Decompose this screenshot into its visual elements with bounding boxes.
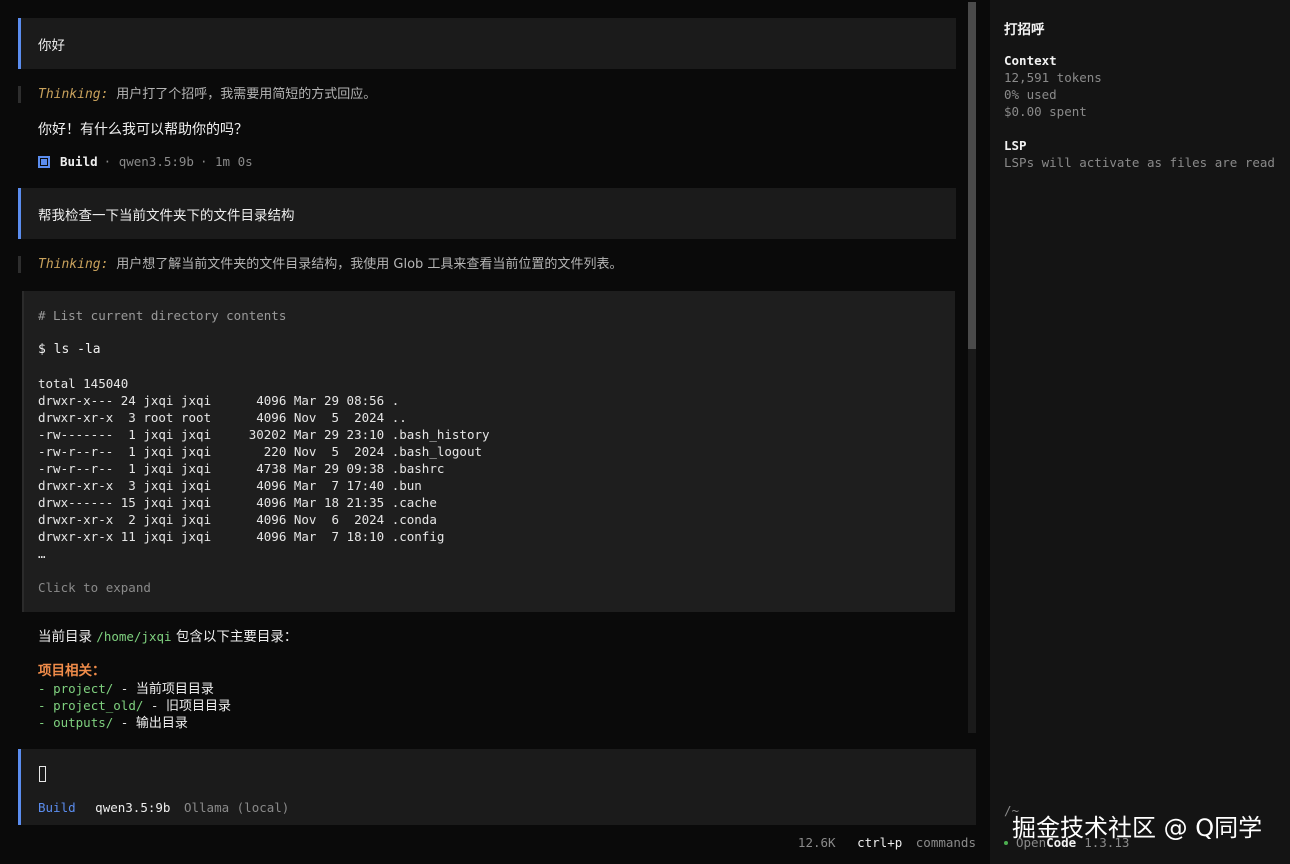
- scrollbar-thumb[interactable]: [968, 2, 976, 349]
- prompt-input[interactable]: Build qwen3.5:9b Ollama (local): [18, 749, 976, 825]
- user-message: 帮我检查一下当前文件夹下的文件目录结构: [18, 188, 956, 239]
- separator: -: [113, 715, 136, 730]
- lsp-message: LSPs will activate as files are read: [1004, 155, 1275, 170]
- output-line: …: [38, 546, 46, 561]
- provider-label: Ollama (local): [183, 800, 290, 815]
- thinking-block: Thinking: 用户想了解当前文件夹的文件目录结构，我使用 Glob 工具来…: [18, 256, 956, 273]
- agent-name: Build: [60, 154, 98, 169]
- assistant-reply: 你好！有什么我可以帮助你的吗？: [38, 122, 248, 138]
- output-line: drwxr-xr-x 3 jxqi jxqi 4096 Mar 7 17:40 …: [38, 478, 422, 493]
- message-meta: Build · qwen3.5:9b · 1m 0s: [38, 154, 253, 169]
- list-item: - outputs/ - 输出目录: [38, 714, 938, 731]
- output-line: drwxr-xr-x 2 jxqi jxqi 4096 Nov 6 2024 .…: [38, 512, 437, 527]
- chat-transcript[interactable]: 你好 Thinking: 用户打了个招呼，我需要用简短的方式回应。 你好！有什么…: [0, 0, 966, 733]
- answer-intro: 当前目录 /home/jxqi 包含以下主要目录：: [38, 628, 938, 646]
- context-section: Context 12,591 tokens 0% used $0.00 spen…: [1004, 52, 1102, 120]
- output-line: total 145040: [38, 376, 129, 391]
- tool-output-lines: total 145040 drwxr-x--- 24 jxqi jxqi 409…: [38, 375, 955, 562]
- list-item: - project_old/ - 旧项目目录: [38, 697, 938, 714]
- lsp-section: LSP LSPs will activate as files are read: [1004, 137, 1275, 171]
- input-status-line: Build qwen3.5:9b Ollama (local): [38, 800, 289, 815]
- dir-name: project/: [53, 681, 114, 696]
- thinking-text: 用户想了解当前文件夹的文件目录结构，我使用 Glob 工具来查看当前位置的文件列…: [116, 257, 623, 272]
- thinking-label: Thinking:: [38, 257, 109, 272]
- context-heading: Context: [1004, 53, 1057, 68]
- agent-selector[interactable]: Build: [38, 800, 76, 815]
- context-spent: $0.00 spent: [1004, 104, 1087, 119]
- expand-output-link[interactable]: Click to expand: [38, 579, 955, 596]
- bullet: -: [38, 681, 54, 696]
- dir-description: 输出目录: [135, 716, 188, 731]
- bash-tool-output[interactable]: # List current directory contents $ ls -…: [22, 291, 955, 612]
- separator: -: [143, 698, 166, 713]
- session-sidebar: 打招呼 Context 12,591 tokens 0% used $0.00 …: [990, 0, 1290, 864]
- tool-comment: # List current directory contents: [38, 308, 287, 323]
- separator: -: [113, 681, 136, 696]
- bullet: -: [38, 698, 54, 713]
- current-path: /home/jxqi: [96, 629, 172, 644]
- status-dot-icon: [1004, 840, 1008, 845]
- user-message-text: 你好: [38, 37, 65, 54]
- token-count: 12.6K: [797, 835, 836, 850]
- commands-label: commands: [915, 835, 976, 850]
- thinking-label: Thinking:: [38, 87, 109, 102]
- model-name: · qwen3.5:9b: [103, 154, 194, 169]
- intro-text: 包含以下主要目录：: [171, 629, 298, 645]
- main-panel: 你好 Thinking: 用户打了个招呼，我需要用简短的方式回应。 你好！有什么…: [0, 0, 990, 864]
- text-cursor: [39, 766, 46, 782]
- thinking-block: Thinking: 用户打了个招呼，我需要用简短的方式回应。: [18, 86, 956, 103]
- context-used: 0% used: [1004, 87, 1057, 102]
- output-line: -rw------- 1 jxqi jxqi 30202 Mar 29 23:1…: [38, 427, 490, 442]
- lsp-heading: LSP: [1004, 138, 1027, 153]
- model-selector[interactable]: qwen3.5:9b: [95, 800, 170, 815]
- list-item: - project/ - 当前项目目录: [38, 680, 938, 697]
- chat-scrollbar[interactable]: [968, 2, 976, 733]
- status-bar: 12.6K ctrl+p commands: [798, 835, 976, 850]
- output-line: drwxr-xr-x 3 root root 4096 Nov 5 2024 .…: [38, 410, 407, 425]
- output-line: -rw-r--r-- 1 jxqi jxqi 220 Nov 5 2024 .b…: [38, 444, 483, 459]
- session-title: 打招呼: [1004, 22, 1045, 38]
- watermark: 掘金技术社区 @ Q同学: [1012, 814, 1263, 842]
- dir-description: 旧项目目录: [165, 699, 231, 714]
- context-tokens: 12,591 tokens: [1004, 70, 1102, 85]
- build-agent-icon: [38, 155, 50, 168]
- output-line: drwxr-x--- 24 jxqi jxqi 4096 Mar 29 08:5…: [38, 393, 400, 408]
- response-duration: · 1m 0s: [199, 154, 253, 169]
- output-line: drwxr-xr-x 11 jxqi jxqi 4096 Mar 7 18:10…: [38, 529, 445, 544]
- dir-name: project_old/: [53, 698, 144, 713]
- output-line: -rw-r--r-- 1 jxqi jxqi 4738 Mar 29 09:38…: [38, 461, 445, 476]
- dir-name: outputs/: [53, 715, 114, 730]
- section-title: 项目相关：: [38, 663, 106, 679]
- user-message-text: 帮我检查一下当前文件夹下的文件目录结构: [38, 207, 295, 224]
- bullet: -: [38, 715, 54, 730]
- intro-text: 当前目录: [38, 629, 97, 645]
- assistant-answer: 当前目录 /home/jxqi 包含以下主要目录： 项目相关： - projec…: [38, 628, 938, 731]
- output-line: drwx------ 15 jxqi jxqi 4096 Mar 18 21:3…: [38, 495, 437, 510]
- tool-command: $ ls -la: [38, 342, 101, 357]
- commands-shortcut[interactable]: ctrl+p: [857, 835, 902, 850]
- thinking-text: 用户打了个招呼，我需要用简短的方式回应。: [116, 87, 377, 102]
- user-message: 你好: [18, 18, 956, 69]
- dir-description: 当前项目目录: [135, 682, 214, 697]
- opencode-window: 你好 Thinking: 用户打了个招呼，我需要用简短的方式回应。 你好！有什么…: [0, 0, 1290, 864]
